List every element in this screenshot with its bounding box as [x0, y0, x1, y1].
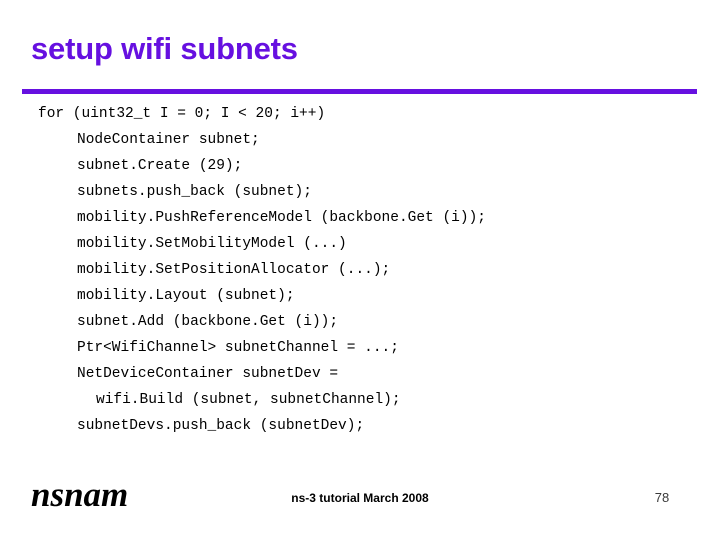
code-line: NetDeviceContainer subnetDev =	[77, 366, 339, 382]
code-line: NodeContainer subnet;	[77, 132, 260, 148]
code-line: mobility.SetPositionAllocator (...);	[77, 262, 391, 278]
code-line: wifi.Build (subnet, subnetChannel);	[96, 392, 401, 408]
slide-canvas: setup wifi subnets for (uint32_t I = 0; …	[0, 0, 720, 540]
code-line: subnetDevs.push_back (subnetDev);	[77, 418, 365, 434]
code-line: for (uint32_t I = 0; I < 20; i++)	[38, 106, 326, 122]
code-line: subnets.push_back (subnet);	[77, 184, 312, 200]
code-line: mobility.Layout (subnet);	[77, 288, 295, 304]
footer-center-text: ns-3 tutorial March 2008	[291, 491, 429, 505]
page-number: 78	[654, 490, 670, 505]
code-line: mobility.SetMobilityModel (...)	[77, 236, 347, 252]
code-line: subnet.Create (29);	[77, 158, 243, 174]
title-divider-rule	[22, 89, 697, 94]
code-line: subnet.Add (backbone.Get (i));	[77, 314, 339, 330]
slide-footer: nsnam ns-3 tutorial March 2008 78	[0, 474, 720, 522]
code-block: for (uint32_t I = 0; I < 20; i++) NodeCon…	[0, 101, 720, 439]
page-title: setup wifi subnets	[31, 31, 298, 66]
code-line: mobility.PushReferenceModel (backbone.Ge…	[77, 210, 486, 226]
code-line: Ptr<WifiChannel> subnetChannel = ...;	[77, 340, 399, 356]
